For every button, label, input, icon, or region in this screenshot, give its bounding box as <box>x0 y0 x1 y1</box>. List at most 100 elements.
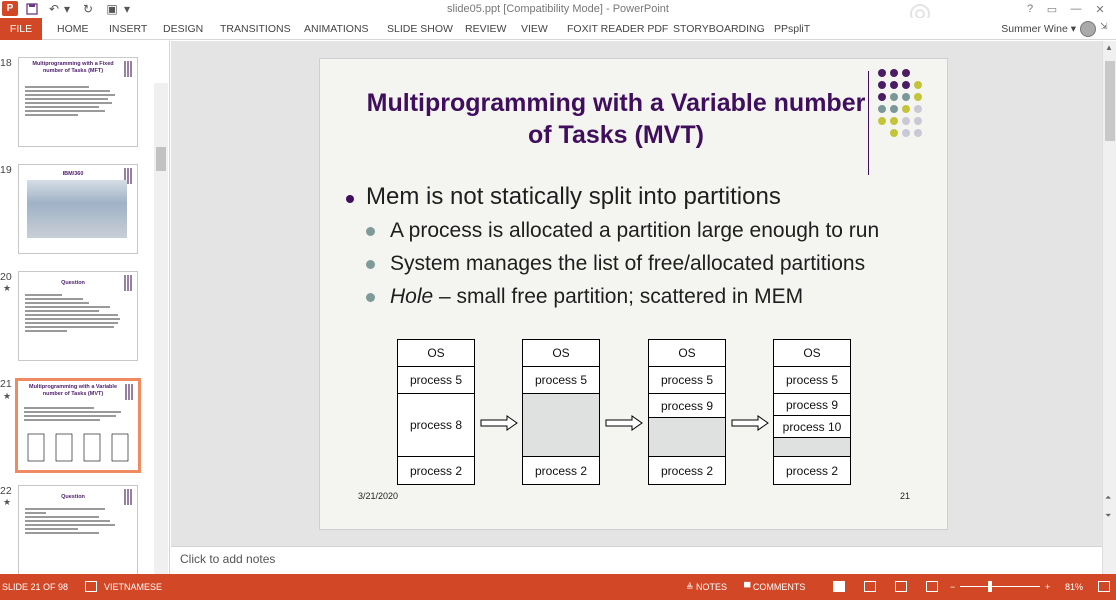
close-button[interactable]: ✕ <box>1088 0 1112 18</box>
slide-thumbnail-18[interactable]: Multiprogramming with a Fixed number of … <box>18 57 138 147</box>
memory-column-1: OS process 5 process 8 process 2 <box>397 339 475 485</box>
decorative-dot <box>878 117 886 125</box>
sub-bullet-2[interactable]: System manages the list of free/allocate… <box>390 252 865 276</box>
sub-bullet-3[interactable]: Hole – small free partition; scattered i… <box>390 285 803 309</box>
spelling-check-icon[interactable] <box>85 581 97 592</box>
tab-home[interactable]: HOME <box>57 18 89 40</box>
tab-storyboarding[interactable]: STORYBOARDING <box>673 18 765 40</box>
decorative-dot <box>890 117 898 125</box>
memory-segment: process 9 <box>774 394 850 416</box>
memory-segment: process 5 <box>398 367 474 394</box>
reading-view-icon[interactable] <box>895 581 907 592</box>
dots-icon <box>125 384 134 400</box>
help-icon[interactable]: ? <box>1018 0 1042 18</box>
tab-foxit-reader-pdf[interactable]: FOXIT READER PDF <box>567 18 668 40</box>
notes-pane[interactable]: Click to add notes <box>171 546 1102 574</box>
memory-segment: process 9 <box>649 394 725 418</box>
slide-thumbnail-21[interactable]: Multiprogramming with a Variable number … <box>15 378 141 473</box>
zoom-level[interactable]: 81% <box>1065 580 1083 594</box>
tab-design[interactable]: DESIGN <box>163 18 203 40</box>
memory-segment: process 2 <box>660 463 714 478</box>
decorative-dot <box>878 69 886 77</box>
editor-scrollbar-thumb[interactable] <box>1105 61 1115 141</box>
thumbnail-photo <box>27 180 127 238</box>
tab-ppsplit[interactable]: PPspliT <box>774 18 810 40</box>
normal-view-icon[interactable] <box>833 581 845 592</box>
memory-segment: OS <box>523 340 599 367</box>
decorative-dot <box>914 81 922 89</box>
bullet-main[interactable]: Mem is not statically split into partiti… <box>366 183 781 211</box>
tab-transitions[interactable]: TRANSITIONS <box>220 18 291 40</box>
right-arrow-icon <box>605 415 643 431</box>
scroll-up-icon[interactable]: ▲ <box>1105 43 1113 52</box>
ribbon-display-icon[interactable]: ▭ <box>1040 0 1064 18</box>
comments-label: COMMENTS <box>752 582 806 592</box>
hole-description: – small free partition; scattered in MEM <box>433 285 804 308</box>
slide-sorter-icon[interactable] <box>864 581 876 592</box>
tab-insert[interactable]: INSERT <box>109 18 147 40</box>
comment-icon: ▀ <box>744 582 753 592</box>
language-indicator[interactable]: VIETNAMESE <box>104 580 162 594</box>
memory-free-segment <box>774 438 850 457</box>
dots-icon <box>124 275 133 291</box>
thumbnail-text <box>25 506 131 536</box>
memory-column-3: OS process 5 process 9 process 2 <box>648 339 726 485</box>
tab-review[interactable]: REVIEW <box>465 18 506 40</box>
tab-slide-show[interactable]: SLIDE SHOW <box>387 18 453 40</box>
ribbon-toggle-icon[interactable]: ⇲ <box>1100 21 1112 35</box>
thumbnail-diagram <box>27 433 129 462</box>
sub-bullet-icon <box>366 227 375 236</box>
memory-segment: OS <box>649 340 725 367</box>
thumbnail-title: Question <box>61 494 85 500</box>
memory-column-2: OS process 5 process 2 <box>522 339 600 485</box>
decorative-dot <box>914 93 922 101</box>
slide-thumbnail-22[interactable]: Question <box>18 485 138 574</box>
user-name[interactable]: Summer Wine ▾ <box>1001 18 1076 40</box>
thumbnail-title: Multiprogramming with a Variable number … <box>28 384 117 397</box>
notes-label: NOTES <box>696 582 728 592</box>
decorative-dot <box>902 117 910 125</box>
decorative-dot <box>902 129 910 137</box>
notes-placeholder: Click to add notes <box>180 552 276 566</box>
tab-file[interactable]: FILE <box>0 18 42 40</box>
thumbnail-text <box>25 84 131 118</box>
thumbnail-number: 19 <box>0 164 12 176</box>
sub-bullet-icon <box>366 260 375 269</box>
thumbnail-title: Question <box>61 280 85 286</box>
zoom-slider-handle[interactable] <box>988 581 992 592</box>
slide-title[interactable]: Multiprogramming with a Variable number … <box>360 87 872 151</box>
ribbon-tabs: FILE HOME INSERT DESIGN TRANSITIONS ANIM… <box>0 18 1116 40</box>
memory-segment: process 2 <box>409 463 463 478</box>
current-slide[interactable]: Multiprogramming with a Variable number … <box>319 58 948 530</box>
decorative-dot <box>878 105 886 113</box>
comments-button[interactable]: ▀ COMMENTS <box>744 580 805 594</box>
tab-animations[interactable]: ANIMATIONS <box>304 18 369 40</box>
next-slide-icon[interactable]: ⏷ <box>1105 511 1111 521</box>
minimize-button[interactable]: — <box>1064 0 1088 18</box>
fit-to-window-icon[interactable] <box>1098 581 1110 592</box>
slide-thumbnail-19[interactable]: IBM/360 <box>18 164 138 254</box>
user-name-label: Summer Wine <box>1001 23 1068 35</box>
notes-icon: ≜ <box>686 582 697 592</box>
thumbnail-scrollbar-thumb[interactable] <box>156 147 166 171</box>
editor-scrollbar[interactable]: ▲ ⏶ ⏷ <box>1102 41 1116 574</box>
zoom-slider[interactable] <box>960 586 1040 587</box>
document-title: slide05.ppt [Compatibility Mode] - Power… <box>447 3 669 15</box>
slide-show-icon[interactable] <box>926 581 938 592</box>
decorative-dot <box>890 81 898 89</box>
avatar[interactable] <box>1080 21 1096 37</box>
decorative-dot <box>914 105 922 113</box>
decorative-dot <box>914 117 922 125</box>
zoom-in-icon[interactable]: + <box>1045 580 1050 594</box>
memory-segment: process 8 <box>398 394 474 457</box>
thumbnail-number: 20 <box>0 271 12 283</box>
slide-thumbnail-20[interactable]: Question <box>18 271 138 361</box>
thumbnail-number: 18 <box>0 57 12 69</box>
decorative-dot <box>902 93 910 101</box>
decorative-dot <box>878 81 886 89</box>
previous-slide-icon[interactable]: ⏶ <box>1105 493 1111 503</box>
sub-bullet-1[interactable]: A process is allocated a partition large… <box>390 219 879 243</box>
notes-button[interactable]: ≜ NOTES <box>686 580 727 594</box>
zoom-out-icon[interactable]: − <box>950 580 955 594</box>
tab-view[interactable]: VIEW <box>521 18 548 40</box>
